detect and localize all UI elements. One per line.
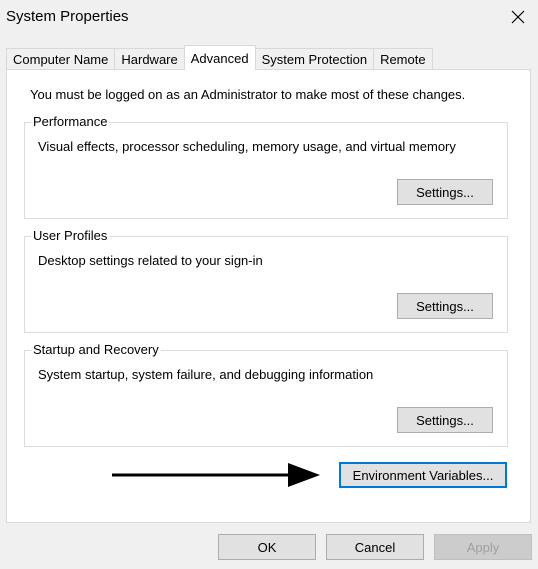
environment-variables-button[interactable]: Environment Variables...: [339, 462, 507, 488]
performance-group-label: Performance: [31, 114, 110, 129]
close-button[interactable]: [498, 0, 538, 34]
user-profiles-settings-button[interactable]: Settings...: [397, 293, 493, 319]
startup-recovery-settings-button[interactable]: Settings...: [397, 407, 493, 433]
system-properties-window: System Properties Computer Name Hardware…: [0, 0, 538, 569]
admin-note: You must be logged on as an Administrato…: [30, 87, 466, 102]
window-title: System Properties: [6, 8, 129, 25]
apply-button[interactable]: Apply: [434, 534, 532, 560]
tab-hardware[interactable]: Hardware: [114, 48, 185, 70]
performance-description: Visual effects, processor scheduling, me…: [38, 139, 456, 154]
tab-strip: Computer Name Hardware Advanced System P…: [6, 45, 433, 70]
ok-button[interactable]: OK: [218, 534, 316, 560]
user-profiles-group: User Profiles Desktop settings related t…: [24, 228, 508, 333]
user-profiles-description: Desktop settings related to your sign-in: [38, 253, 263, 268]
tab-computer-name[interactable]: Computer Name: [6, 48, 116, 70]
startup-recovery-group-label: Startup and Recovery: [31, 342, 161, 357]
cancel-button[interactable]: Cancel: [326, 534, 424, 560]
arrow-right-icon: [112, 463, 320, 487]
tab-remote[interactable]: Remote: [373, 48, 433, 70]
tab-advanced[interactable]: Advanced: [183, 45, 256, 70]
close-icon: [511, 10, 525, 24]
user-profiles-group-label: User Profiles: [31, 228, 110, 243]
startup-recovery-description: System startup, system failure, and debu…: [38, 367, 374, 382]
startup-recovery-group: Startup and Recovery System startup, sys…: [24, 342, 508, 447]
tab-system-protection[interactable]: System Protection: [254, 48, 375, 70]
performance-settings-button[interactable]: Settings...: [397, 179, 493, 205]
advanced-tab-panel: You must be logged on as an Administrato…: [6, 69, 531, 523]
performance-group: Performance Visual effects, processor sc…: [24, 114, 508, 219]
